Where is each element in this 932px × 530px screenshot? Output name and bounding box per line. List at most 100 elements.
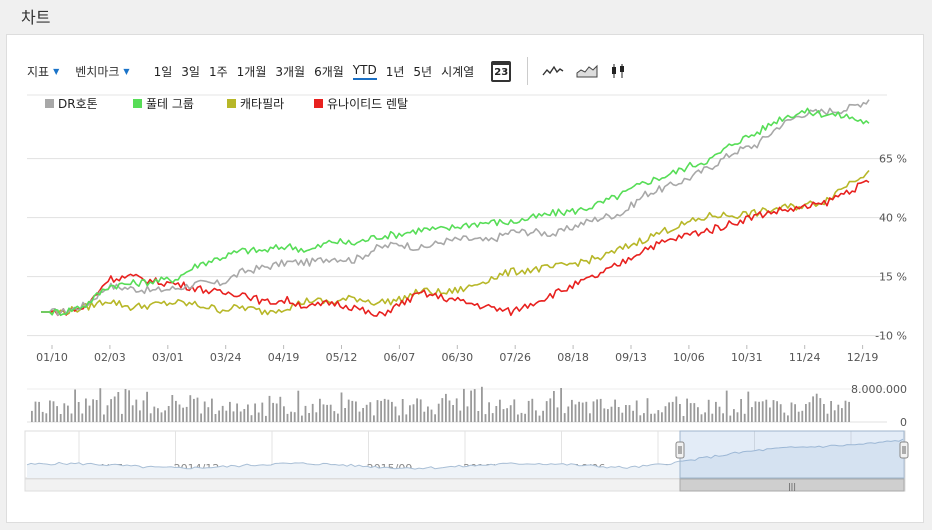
volume-bar — [265, 415, 267, 422]
volume-bar — [495, 406, 498, 422]
volume-bar — [175, 400, 177, 422]
volume-bar — [185, 406, 188, 422]
volume-bar — [347, 399, 350, 422]
volume-bar — [535, 410, 537, 422]
volume-bar — [430, 409, 433, 422]
volume-bar — [797, 411, 800, 422]
volume-bar — [333, 411, 336, 422]
volume-bar — [455, 398, 458, 422]
volume-bar — [193, 398, 195, 422]
volume-bar — [632, 410, 634, 422]
volume-bar — [232, 411, 235, 422]
volume-bar — [373, 415, 375, 422]
volume-bar — [787, 415, 789, 422]
x-tick-label: 02/03 — [94, 351, 126, 364]
volume-bar — [833, 410, 836, 422]
volume-bar — [826, 413, 829, 422]
x-tick-label: 12/19 — [847, 351, 879, 364]
y-tick-label: 15 % — [879, 271, 907, 284]
volume-bar — [560, 388, 562, 422]
volume-bar — [589, 413, 591, 422]
volume-bar — [581, 402, 584, 422]
page-title: 차트 — [21, 8, 51, 27]
volume-bar — [38, 401, 40, 422]
volume-bar — [81, 413, 84, 422]
volume-bar — [113, 396, 116, 422]
volume-bar — [520, 412, 523, 422]
volume-bar — [200, 413, 202, 422]
volume-bar — [340, 392, 343, 422]
volume-bar — [743, 413, 746, 422]
volume-bar — [387, 399, 390, 422]
volume-bar — [592, 401, 595, 422]
volume-bar — [463, 388, 465, 422]
volume-bar — [812, 396, 814, 422]
volume-bar — [380, 400, 382, 422]
volume-bars — [31, 386, 850, 422]
volume-bar — [301, 415, 303, 422]
x-tick-label: 03/24 — [210, 351, 242, 364]
volume-bar — [628, 405, 631, 422]
x-tick-label: 04/19 — [268, 351, 300, 364]
volume-bar — [790, 402, 793, 422]
volume-bar — [286, 413, 289, 422]
volume-bar — [427, 406, 429, 422]
volume-bar — [401, 399, 404, 422]
volume-bar — [337, 413, 339, 422]
volume-bar — [682, 416, 685, 422]
volume-bar — [761, 401, 764, 422]
volume-bar — [268, 395, 271, 422]
volume-bar — [157, 408, 159, 422]
volume-bar — [585, 401, 588, 422]
x-tick-label: 06/30 — [441, 351, 473, 364]
volume-bar — [59, 414, 62, 422]
volume-bar — [189, 395, 192, 422]
volume-bar — [538, 415, 541, 422]
volume-bar — [599, 398, 602, 422]
x-tick-label: 08/18 — [557, 351, 589, 364]
volume-bar — [556, 407, 559, 422]
volume-bar — [502, 409, 505, 422]
scrollbar-grip: ||| — [788, 482, 796, 491]
volume-bar — [545, 401, 548, 422]
volume-bar — [322, 404, 325, 422]
volume-bar — [776, 401, 778, 422]
volume-bar — [124, 389, 127, 422]
volume-bar — [344, 408, 346, 422]
volume-bar — [239, 411, 242, 422]
volume-bar — [639, 415, 642, 422]
volume-bar — [211, 398, 213, 422]
volume-bar — [92, 399, 94, 422]
volume-bar — [221, 405, 224, 422]
volume-bar — [815, 393, 818, 422]
volume-bar — [394, 406, 397, 422]
chart-panel: 지표 ▼ 벤치마크 ▼ 1일 3일 1주 1개월 3개월 6개월 YTD 1년 … — [6, 34, 924, 523]
volume-bar — [290, 411, 292, 422]
volume-bar — [607, 409, 609, 422]
volume-bar — [819, 398, 822, 422]
volume-bar — [772, 400, 775, 422]
volume-bar — [603, 408, 606, 422]
volume-bar — [160, 412, 163, 422]
y-tick-label: 40 % — [879, 212, 907, 225]
volume-bar — [412, 404, 415, 422]
volume-bar — [470, 390, 472, 422]
x-tick-label: 05/12 — [326, 351, 358, 364]
volume-tick-label: 8.000.000 — [851, 383, 907, 396]
volume-bar — [365, 404, 368, 422]
volume-bar — [52, 401, 55, 422]
x-tick-label: 09/13 — [615, 351, 647, 364]
y-tick-label: 65 % — [879, 153, 907, 166]
volume-bar — [614, 399, 616, 422]
volume-bar — [139, 410, 141, 422]
volume-bar — [146, 391, 148, 422]
volume-bar — [808, 402, 811, 422]
volume-bar — [434, 414, 436, 422]
stock-comparison-chart[interactable]: 65 % 40 % 15 % -10 % 01/10 02/03 03/01 03/24 04/… — [7, 35, 923, 523]
volume-bar — [445, 393, 447, 422]
volume-bar — [697, 407, 699, 422]
volume-bar — [225, 410, 228, 422]
volume-bar — [164, 410, 166, 422]
volume-bar — [488, 402, 490, 422]
volume-bar — [625, 405, 627, 422]
